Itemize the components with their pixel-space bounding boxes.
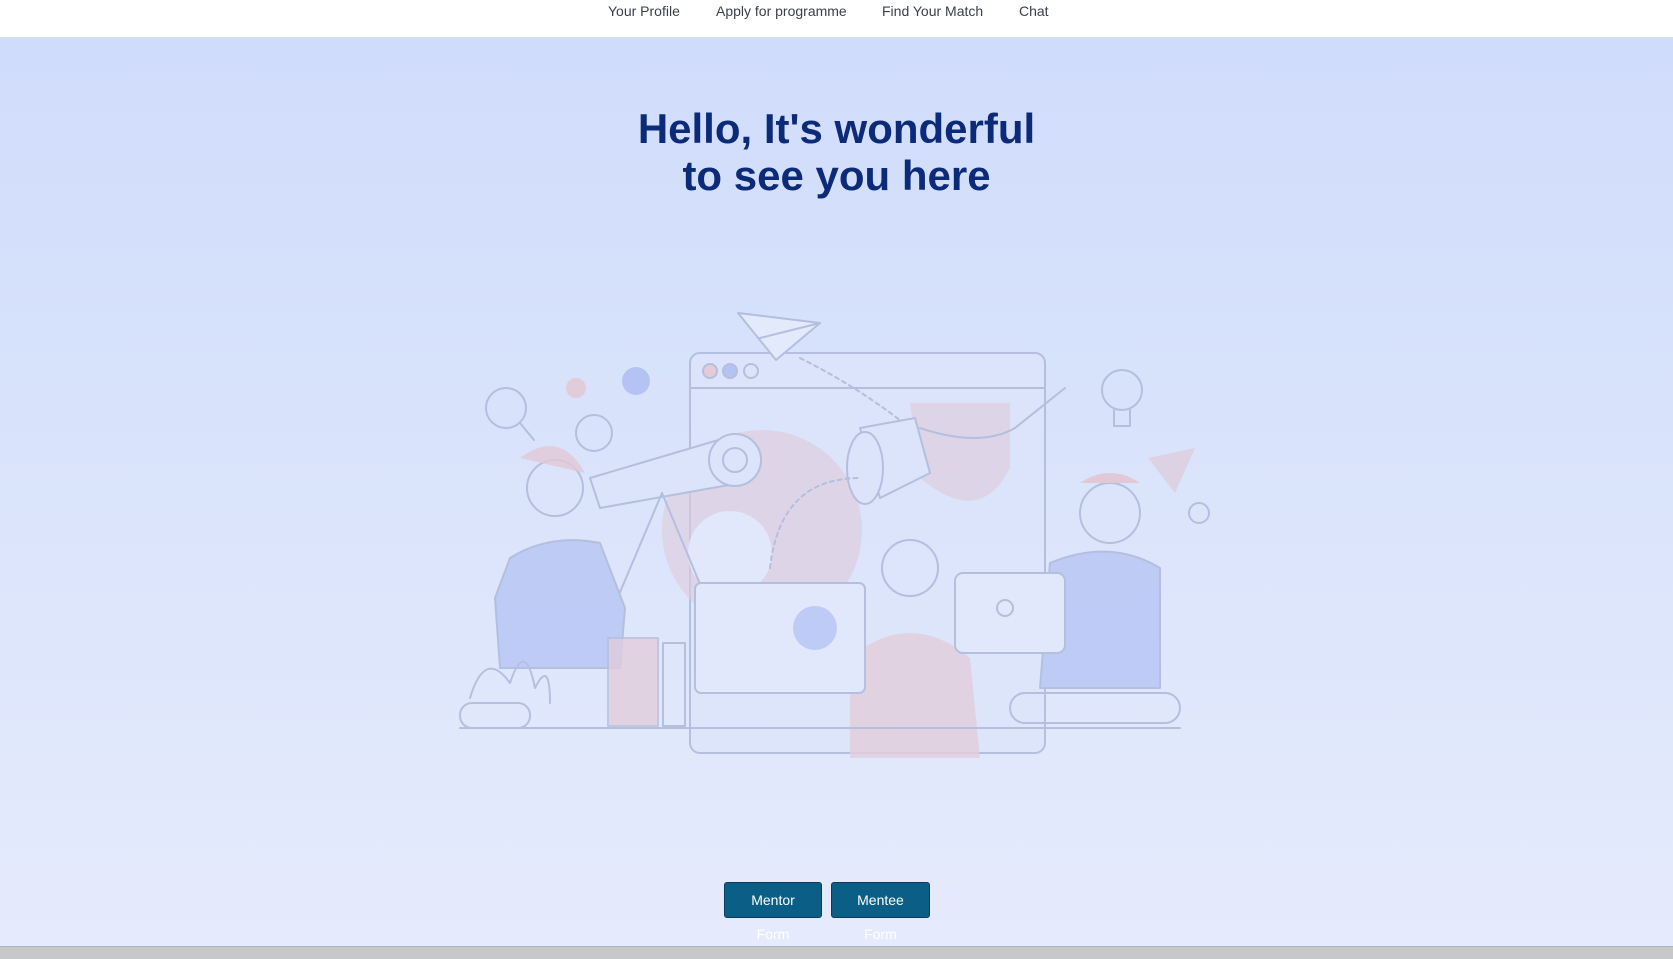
top-navigation-bar: Your Profile Apply for programme Find Yo… xyxy=(0,0,1673,38)
team-collaboration-illustration xyxy=(459,312,1210,758)
hero-title-line-2: to see you here xyxy=(682,152,991,199)
nav-link-your-profile[interactable]: Your Profile xyxy=(608,3,680,19)
form-buttons: Mentor Form Mentee Form xyxy=(0,882,1673,942)
nav-link-apply-for-programme[interactable]: Apply for programme xyxy=(716,3,847,19)
bottom-scrollbar[interactable] xyxy=(0,946,1673,959)
nav-link-find-your-match[interactable]: Find Your Match xyxy=(882,3,983,19)
hero-title: Hello, It's wonderful to see you here xyxy=(0,105,1673,199)
nav-link-chat[interactable]: Chat xyxy=(1019,3,1049,19)
hero-title-line-1: Hello, It's wonderful xyxy=(637,105,1036,152)
hero-section: Hello, It's wonderful to see you here Me… xyxy=(0,38,1673,946)
mentor-form-button[interactable]: Mentor Form xyxy=(724,882,822,942)
mentee-form-button[interactable]: Mentee Form xyxy=(831,882,930,942)
